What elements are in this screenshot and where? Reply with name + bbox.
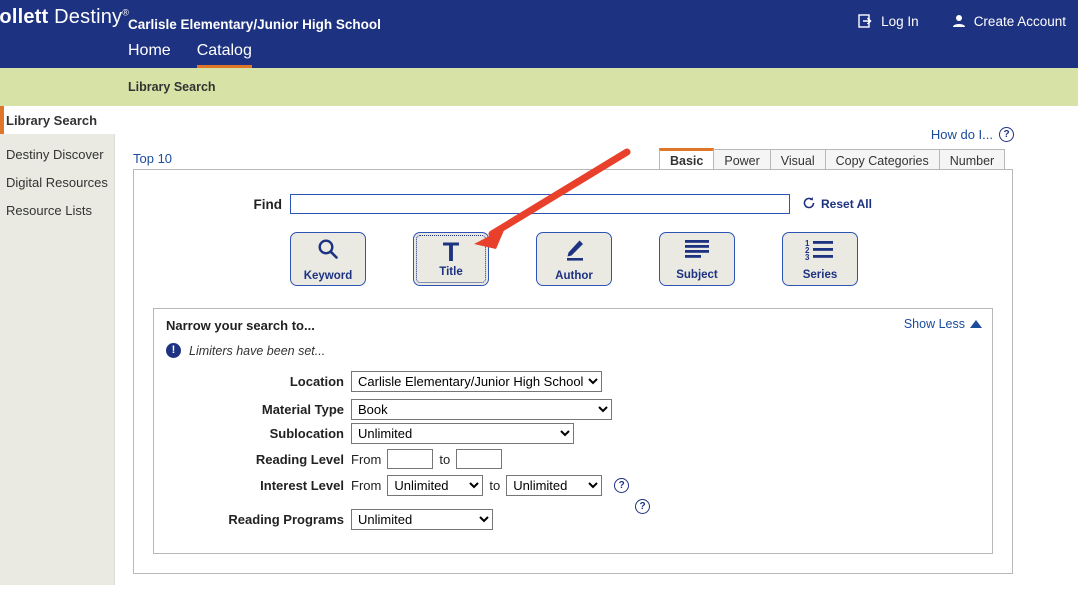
login-icon bbox=[858, 13, 874, 29]
reading-level-to-input[interactable] bbox=[456, 449, 503, 469]
school-name: Carlisle Elementary/Junior High School bbox=[128, 17, 381, 32]
search-type-label: Subject bbox=[676, 268, 718, 281]
nav-item-home[interactable]: Home bbox=[128, 42, 171, 65]
sidebar-item-destiny-discover[interactable]: Destiny Discover bbox=[0, 140, 114, 168]
reading-level-from-label: From bbox=[351, 451, 382, 467]
tab-number[interactable]: Number bbox=[938, 149, 1006, 171]
section-band: Library Search bbox=[0, 68, 1078, 106]
reading-level-from-input[interactable] bbox=[387, 449, 434, 469]
exclamation-icon: ! bbox=[166, 343, 181, 358]
search-type-label: Author bbox=[555, 269, 593, 282]
reading-programs-label: Reading Programs bbox=[228, 512, 344, 527]
top-10-link[interactable]: Top 10 bbox=[133, 151, 172, 166]
material-type-row: Material Type Book bbox=[154, 399, 994, 420]
sidebar-item-library-search[interactable]: Library Search bbox=[0, 106, 116, 134]
interest-level-row: Interest Level From Unlimited to Unlimit… bbox=[154, 475, 994, 496]
sidebar-item-digital-resources[interactable]: Digital Resources bbox=[0, 168, 114, 196]
sublocation-row: Sublocation Unlimited bbox=[154, 423, 994, 444]
section-title: Library Search bbox=[128, 80, 216, 94]
location-row: Location Carlisle Elementary/Junior High… bbox=[154, 371, 994, 392]
lines-icon bbox=[683, 238, 711, 267]
tab-copy-categories[interactable]: Copy Categories bbox=[824, 149, 940, 171]
svg-text:3: 3 bbox=[805, 253, 810, 262]
main-content: How do I... ? Top 10 Basic Power Visual … bbox=[115, 106, 1078, 589]
create-account-link[interactable]: Create Account bbox=[951, 13, 1066, 29]
search-tabs: Basic Power Visual Copy Categories Numbe… bbox=[659, 148, 1006, 171]
logo-registered-mark: ® bbox=[122, 7, 130, 18]
triangle-up-icon bbox=[970, 320, 982, 328]
location-label: Location bbox=[289, 374, 344, 389]
interest-level-to-label: to bbox=[489, 478, 501, 493]
search-type-label: Title bbox=[439, 266, 463, 278]
logo-follett: Follett bbox=[0, 6, 49, 28]
reset-all-button[interactable]: Reset All bbox=[802, 196, 872, 213]
reading-programs-row: Reading Programs Unlimited bbox=[154, 509, 994, 530]
tab-power[interactable]: Power bbox=[713, 149, 771, 171]
numbered-list-icon: 1 2 3 bbox=[805, 238, 835, 267]
reading-level-row: Reading Level From to bbox=[154, 449, 994, 469]
account-links: Log In Create Account bbox=[858, 13, 1066, 29]
material-type-select[interactable]: Book bbox=[351, 399, 612, 420]
app-header: Follett Destiny® Carlisle Elementary/Jun… bbox=[0, 0, 1078, 69]
limiters-notice-text: Limiters have been set... bbox=[189, 343, 326, 358]
show-less-label: Show Less bbox=[903, 317, 965, 331]
how-do-i-link[interactable]: How do I... ? bbox=[931, 127, 1014, 142]
search-panel: Find Reset All Keyword T Title Author Su… bbox=[133, 169, 1013, 574]
interest-level-help-icon[interactable]: ? bbox=[614, 478, 630, 493]
person-icon bbox=[951, 13, 967, 29]
interest-level-to-select[interactable]: Unlimited bbox=[506, 475, 603, 496]
search-type-subject[interactable]: Subject bbox=[659, 232, 735, 286]
how-do-i-label: How do I... bbox=[930, 127, 993, 142]
find-label: Find bbox=[253, 196, 283, 212]
sublocation-label: Sublocation bbox=[269, 426, 344, 441]
log-in-label: Log In bbox=[881, 13, 919, 29]
sublocation-select[interactable]: Unlimited bbox=[351, 423, 574, 444]
pencil-icon bbox=[561, 237, 587, 268]
reading-programs-help-icon[interactable]: ? bbox=[635, 499, 650, 514]
limiters-notice: ! Limiters have been set... bbox=[166, 343, 325, 358]
search-type-series[interactable]: 1 2 3 Series bbox=[782, 232, 858, 286]
search-type-label: Series bbox=[802, 268, 838, 281]
main-nav: Home Catalog bbox=[128, 42, 252, 69]
log-in-link[interactable]: Log In bbox=[858, 13, 919, 29]
show-less-toggle[interactable]: Show Less bbox=[904, 317, 982, 331]
interest-level-from-select[interactable]: Unlimited bbox=[387, 475, 484, 496]
reading-level-to-label: to bbox=[439, 451, 451, 467]
interest-level-label: Interest Level bbox=[260, 478, 344, 493]
reading-level-label: Reading Level bbox=[255, 451, 344, 467]
narrow-title: Narrow your search to... bbox=[166, 318, 315, 333]
create-account-label: Create Account bbox=[973, 13, 1066, 29]
follett-destiny-logo: Follett Destiny® bbox=[0, 6, 129, 29]
narrow-search-panel: Narrow your search to... Show Less ! Lim… bbox=[153, 308, 993, 554]
help-icon[interactable]: ? bbox=[999, 127, 1014, 142]
interest-level-from-label: From bbox=[351, 478, 382, 493]
sidebar-item-label: Destiny Discover bbox=[6, 146, 104, 162]
sidebar-item-resource-lists[interactable]: Resource Lists bbox=[0, 196, 114, 224]
search-type-author[interactable]: Author bbox=[536, 232, 612, 286]
sidebar-item-label: Resource Lists bbox=[6, 202, 92, 218]
tab-visual[interactable]: Visual bbox=[769, 149, 826, 171]
search-type-buttons: Keyword T Title Author Subject 1 2 3 Ser… bbox=[134, 232, 1014, 286]
reset-all-label: Reset All bbox=[821, 197, 872, 211]
find-row: Find Reset All bbox=[134, 194, 1014, 214]
magnifier-icon bbox=[315, 237, 341, 268]
search-type-title[interactable]: T Title bbox=[413, 232, 489, 286]
letter-t-icon: T bbox=[442, 237, 460, 267]
search-type-label: Keyword bbox=[303, 269, 353, 282]
refresh-icon bbox=[802, 196, 816, 213]
sidebar: Library Search Destiny Discover Digital … bbox=[0, 106, 116, 585]
sidebar-item-label: Digital Resources bbox=[6, 174, 108, 190]
reading-programs-select[interactable]: Unlimited bbox=[351, 509, 493, 530]
logo-destiny: Destiny bbox=[54, 6, 123, 28]
search-input[interactable] bbox=[290, 194, 790, 214]
location-select[interactable]: Carlisle Elementary/Junior High School bbox=[351, 371, 602, 392]
page-root: Follett Destiny® Carlisle Elementary/Jun… bbox=[0, 0, 1078, 589]
sidebar-item-label: Library Search bbox=[6, 112, 98, 128]
search-type-keyword[interactable]: Keyword bbox=[290, 232, 366, 286]
nav-item-catalog[interactable]: Catalog bbox=[196, 42, 252, 69]
material-type-label: Material Type bbox=[261, 402, 344, 417]
tab-basic[interactable]: Basic bbox=[659, 148, 715, 171]
